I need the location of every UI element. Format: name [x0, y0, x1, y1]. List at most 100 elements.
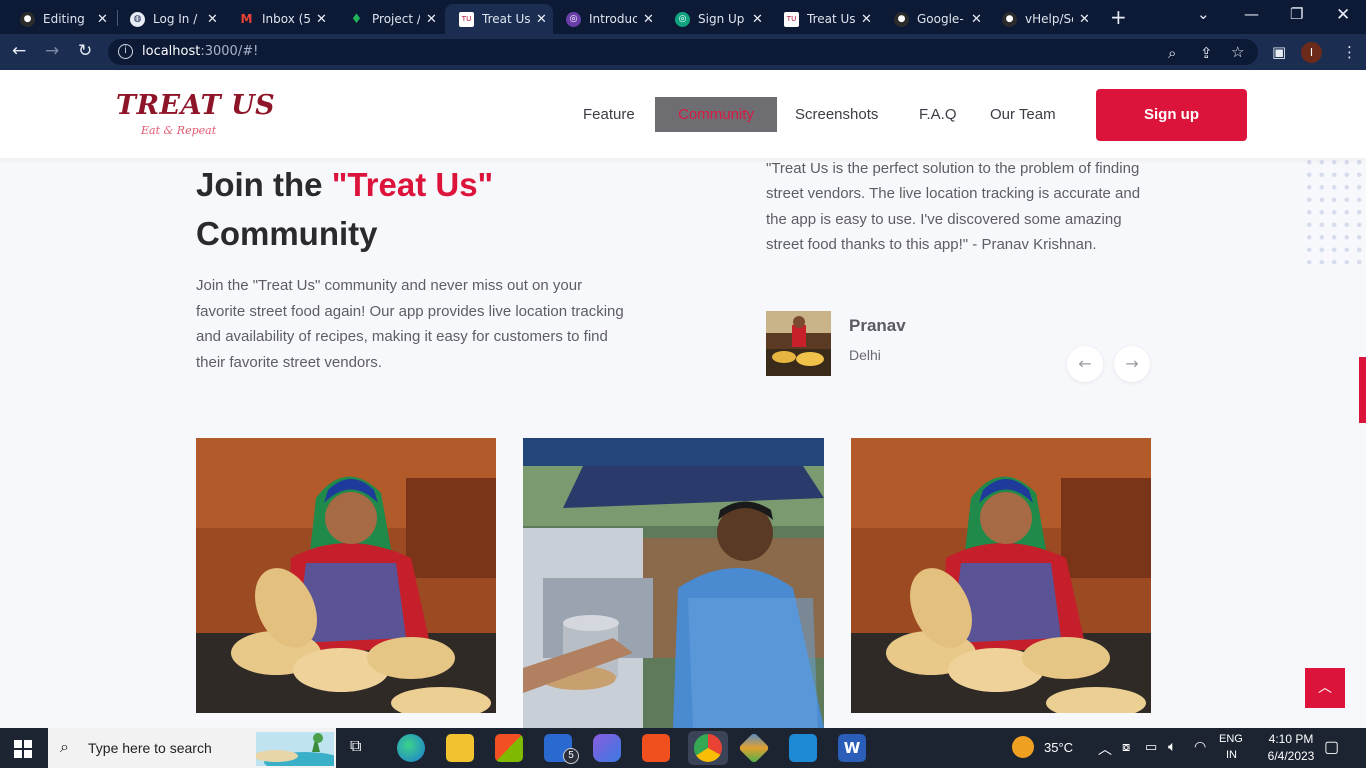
- forward-icon[interactable]: →: [45, 41, 59, 61]
- tab-login[interactable]: ◍ Log In / ✕: [116, 4, 218, 34]
- close-icon[interactable]: ✕: [426, 12, 437, 27]
- next-arrow-icon[interactable]: →: [1114, 346, 1150, 382]
- tab-title: Sign Up: [698, 12, 745, 26]
- store-icon[interactable]: [495, 734, 523, 762]
- file-explorer-icon[interactable]: [446, 734, 474, 762]
- decorative-dots: [1303, 156, 1363, 264]
- close-icon[interactable]: ✕: [316, 12, 327, 27]
- url-text[interactable]: localhost:3000/#!: [142, 44, 258, 59]
- back-icon[interactable]: ←: [12, 41, 26, 61]
- tab-title: Inbox (5: [262, 12, 310, 26]
- tab-title: Introduc: [589, 12, 637, 26]
- scroll-to-top-button[interactable]: ︿: [1305, 668, 1345, 708]
- site-logo[interactable]: TREAT US: [116, 90, 275, 121]
- clock-date[interactable]: 6/4/2023: [1256, 749, 1326, 763]
- meet-now-icon[interactable]: ⧇: [1122, 739, 1130, 755]
- close-icon[interactable]: ✕: [1079, 12, 1090, 27]
- gmail-icon: M: [240, 12, 253, 26]
- nav-feature[interactable]: Feature: [583, 106, 635, 123]
- reload-icon[interactable]: ↻: [78, 41, 92, 61]
- close-icon[interactable]: ✕: [861, 12, 872, 27]
- close-icon[interactable]: ✕: [207, 12, 218, 27]
- git-client-icon[interactable]: [738, 732, 770, 764]
- site-header: TREAT US Eat & Repeat Feature Community …: [0, 70, 1366, 158]
- battery-icon[interactable]: ▭: [1145, 739, 1157, 755]
- tab-vhelp[interactable]: ● vHelp/Sc ✕: [988, 4, 1090, 34]
- tab-editing[interactable]: ● Editing ✕: [6, 4, 108, 34]
- nav-screenshots[interactable]: Screenshots: [795, 106, 878, 123]
- brave-icon[interactable]: [642, 734, 670, 762]
- tab-treat-us-active[interactable]: TU Treat Us ✕: [445, 4, 553, 34]
- nav-our-team[interactable]: Our Team: [990, 106, 1056, 123]
- show-hidden-icons-chevron-icon[interactable]: ︿: [1098, 739, 1112, 759]
- profile-avatar[interactable]: I: [1301, 42, 1322, 63]
- reviewer-name: Pranav: [849, 316, 906, 335]
- close-icon[interactable]: ✕: [643, 12, 654, 27]
- notifications-icon[interactable]: ▢: [1324, 737, 1339, 757]
- network-icon[interactable]: ◠: [1194, 738, 1206, 755]
- windows-start-icon[interactable]: [14, 740, 32, 758]
- task-view-icon[interactable]: ⧉: [350, 738, 361, 756]
- word-icon[interactable]: W: [838, 734, 866, 762]
- zoom-search-icon[interactable]: ⌕: [1168, 44, 1176, 62]
- window-close-icon[interactable]: ✕: [1336, 5, 1350, 25]
- close-icon[interactable]: ✕: [752, 12, 763, 27]
- vscode-icon[interactable]: [789, 734, 817, 762]
- restore-icon[interactable]: ❐: [1290, 5, 1303, 23]
- close-icon[interactable]: ✕: [97, 12, 108, 27]
- menu-icon[interactable]: ⋮: [1342, 43, 1357, 61]
- tab-title: Treat Us: [807, 12, 855, 26]
- bookmark-star-icon[interactable]: ☆: [1231, 43, 1244, 61]
- nav-faq[interactable]: F.A.Q: [919, 106, 957, 123]
- weather-temperature[interactable]: 35°C: [1044, 740, 1073, 755]
- nav-community[interactable]: Community: [655, 97, 777, 132]
- address-bar[interactable]: i localhost:3000/#! ⌕ ⇪ ☆: [108, 39, 1258, 65]
- vendor-photo-3: [851, 438, 1151, 713]
- copilot-icon[interactable]: [593, 734, 621, 762]
- tab-treat-us[interactable]: TU Treat Us ✕: [770, 4, 872, 34]
- openai-icon: ◎: [675, 11, 690, 27]
- browser-toolbar: ← → ↻ i localhost:3000/#! ⌕ ⇪ ☆ ▣ I ⋮: [0, 34, 1366, 70]
- signup-button[interactable]: Sign up: [1096, 89, 1247, 141]
- tab-google[interactable]: ● Google- ✕: [880, 4, 982, 34]
- browser-tab-bar: ● Editing ✕ ◍ Log In / ✕ M Inbox (5 ✕ ♦ …: [0, 0, 1366, 34]
- side-panel-icon[interactable]: ▣: [1272, 43, 1286, 61]
- edge-icon[interactable]: [397, 734, 425, 762]
- clock-time[interactable]: 4:10 PM: [1261, 732, 1321, 746]
- treatus-icon: TU: [784, 11, 799, 27]
- tab-title: Log In /: [153, 12, 198, 26]
- new-tab-icon[interactable]: +: [1110, 5, 1127, 29]
- tab-introduction[interactable]: ◎ Introduc ✕: [552, 4, 654, 34]
- prev-arrow-icon[interactable]: ←: [1067, 346, 1103, 382]
- language-bottom[interactable]: IN: [1226, 749, 1237, 761]
- tab-search-icon[interactable]: ⌄: [1197, 5, 1210, 23]
- minimize-icon[interactable]: —: [1244, 5, 1259, 23]
- tab-title: Project /: [372, 12, 420, 26]
- github-icon: ●: [1002, 11, 1017, 27]
- search-highlight-image: [256, 732, 334, 766]
- info-icon[interactable]: i: [118, 44, 133, 59]
- share-icon[interactable]: ⇪: [1200, 44, 1213, 62]
- tab-title: Editing: [43, 12, 85, 26]
- language-top[interactable]: ENG: [1219, 733, 1243, 745]
- tab-inbox[interactable]: M Inbox (5 ✕: [225, 4, 327, 34]
- volume-icon[interactable]: 🔈︎: [1168, 738, 1176, 755]
- tab-title: vHelp/Sc: [1025, 12, 1073, 26]
- close-icon[interactable]: ✕: [971, 12, 982, 27]
- chrome-taskbar-item[interactable]: [688, 731, 728, 765]
- vendor-photo-1: [196, 438, 496, 713]
- community-intro: Join the "Treat Us" community and never …: [196, 277, 624, 371]
- treatus-icon: TU: [459, 11, 474, 27]
- reviewer-avatar: [766, 311, 831, 376]
- taskbar-search-box[interactable]: ⌕ Type here to search: [48, 728, 336, 768]
- testimonial-quote: "Treat Us is the perfect solution to the…: [766, 160, 1141, 253]
- tab-signup[interactable]: ◎ Sign Up ✕: [661, 4, 763, 34]
- chevron-up-icon: ︿: [1318, 680, 1332, 696]
- github-icon: ●: [20, 11, 35, 27]
- reviewer-city: Delhi: [849, 347, 881, 363]
- github-icon: ●: [894, 11, 909, 27]
- tab-project[interactable]: ♦ Project / ✕: [335, 4, 437, 34]
- close-icon[interactable]: ✕: [536, 12, 547, 27]
- weather-sun-icon[interactable]: [1012, 736, 1034, 758]
- tab-title: Treat Us: [482, 12, 530, 26]
